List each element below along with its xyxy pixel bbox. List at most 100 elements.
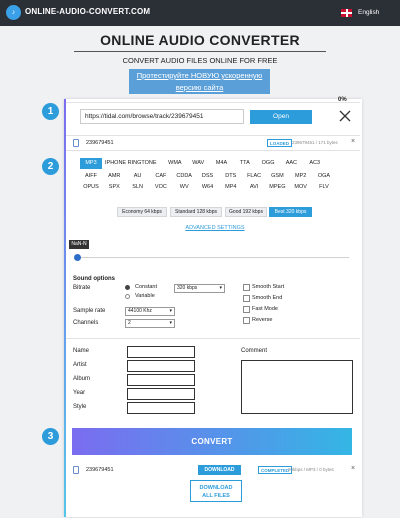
style-label: Style [73, 404, 87, 410]
constant-radio[interactable] [125, 285, 130, 290]
album-label: Album [73, 376, 91, 382]
format-aac-button[interactable]: AAC [280, 158, 302, 169]
format-w64-button[interactable]: W64 [197, 182, 219, 193]
step-3-badge: 3 [42, 428, 59, 445]
divider [66, 338, 360, 339]
smooth-end-checkbox[interactable] [243, 295, 250, 302]
remove-file-icon[interactable]: × [351, 138, 355, 145]
download-all-button[interactable]: DOWNLOAD ALL FILES [190, 480, 242, 502]
constant-label: Constant [135, 284, 158, 290]
sample-rate-label: Sample rate [73, 308, 106, 314]
slider-tooltip: NaN-N [69, 240, 89, 249]
name-field[interactable] [127, 346, 195, 358]
sample-rate-select[interactable]: 44100 Khz ▾ [125, 307, 175, 316]
format-ogg-button[interactable]: OGG [257, 158, 279, 169]
year-field[interactable] [127, 388, 195, 400]
format-avi-button[interactable]: AVI [243, 182, 265, 193]
year-label: Year [73, 390, 86, 396]
format-gsm-button[interactable]: GSM [266, 171, 288, 182]
format-caf-button[interactable]: CAF [150, 171, 172, 182]
format-mp2-button[interactable]: MP2 [290, 171, 312, 182]
format-wv-button[interactable]: WV [173, 182, 195, 193]
remove-result-icon[interactable]: × [351, 465, 355, 472]
site-logo-icon[interactable]: ♪ [6, 5, 21, 20]
format-mpeg-button[interactable]: MPEG [266, 182, 288, 193]
album-field[interactable] [127, 374, 195, 386]
format-sln-button[interactable]: SLN [127, 182, 149, 193]
source-file-name: 239679451 [86, 140, 114, 146]
upload-progress-text: 0% [338, 97, 347, 103]
uk-flag-icon[interactable] [341, 9, 352, 17]
smooth-end-label: Smooth End [252, 295, 283, 301]
format-voc-button[interactable]: VOC [150, 182, 172, 193]
bitrate-select-value: 320 kbps [177, 285, 198, 291]
quality-good-button[interactable]: Good 192 kbps [225, 207, 267, 217]
loaded-badge: LOADED [267, 139, 292, 147]
format-m4a-button[interactable]: M4A [210, 158, 232, 169]
sound-options-heading: Sound options [73, 276, 115, 282]
format-tta-button[interactable]: TTA [234, 158, 256, 169]
comment-label: Comment [241, 348, 268, 354]
bitrate-slider-handle[interactable] [74, 254, 81, 261]
promo-line-1[interactable]: Протестируйте НОВУЮ ускоренную [129, 70, 270, 82]
format-opus-button[interactable]: OPUS [80, 182, 102, 193]
format-amr-button[interactable]: AMR [103, 171, 125, 182]
file-icon [73, 466, 79, 474]
reverse-checkbox[interactable] [243, 317, 250, 324]
promo-line-2[interactable]: версию сайта [129, 82, 270, 94]
format-aiff-button[interactable]: AIFF [80, 171, 102, 182]
url-input[interactable] [80, 109, 244, 124]
format-spx-button[interactable]: SPX [103, 182, 125, 193]
name-label: Name [73, 348, 90, 354]
format-flac-button[interactable]: FLAC [243, 171, 265, 182]
language-selector[interactable]: English [358, 9, 379, 16]
format-dts-button[interactable]: DTS [220, 171, 242, 182]
format-wma-button[interactable]: WMA [164, 158, 186, 169]
format-mp4-button[interactable]: MP4 [220, 182, 242, 193]
format-mov-button[interactable]: MOV [290, 182, 312, 193]
fast-mode-checkbox[interactable] [243, 306, 250, 313]
smooth-start-checkbox[interactable] [243, 284, 250, 291]
promo-link[interactable]: Протестируйте НОВУЮ ускоренную версию са… [129, 69, 270, 94]
divider [66, 135, 360, 136]
step-2-badge: 2 [42, 158, 59, 175]
channels-select[interactable]: 2 ▾ [125, 319, 175, 328]
bitrate-select[interactable]: 320 kbps ▾ [174, 284, 225, 293]
format-ac3-button[interactable]: AC3 [304, 158, 326, 169]
page-subtitle: CONVERT AUDIO FILES ONLINE FOR FREE [122, 56, 278, 65]
format-au-button[interactable]: AU [127, 171, 149, 182]
quality-best-button[interactable]: Best 320 kbps [269, 207, 312, 217]
page-title: ONLINE AUDIO CONVERTER [100, 32, 300, 48]
top-bar: ♪ ONLINE-AUDIO-CONVERT.COM English [0, 0, 400, 26]
download-all-line-2: ALL FILES [202, 493, 230, 499]
channels-label: Channels [73, 320, 99, 326]
result-file-meta: 20kbps / MP3 / 0 bytes [288, 467, 334, 472]
smooth-start-label: Smooth Start [252, 284, 285, 290]
sample-rate-select-value: 44100 Khz [128, 308, 152, 314]
variable-radio[interactable] [125, 294, 130, 299]
open-url-button[interactable]: Open [250, 110, 312, 124]
format-wav-button[interactable]: WAV [187, 158, 209, 169]
site-name-link[interactable]: ONLINE-AUDIO-CONVERT.COM [25, 7, 150, 16]
channels-select-value: 2 [128, 320, 131, 326]
bitrate-slider-track[interactable] [77, 257, 349, 258]
chevron-down-icon: ▾ [169, 320, 172, 326]
close-icon[interactable] [338, 109, 352, 123]
format-dss-button[interactable]: DSS [197, 171, 219, 182]
artist-field[interactable] [127, 360, 195, 372]
format-iphone-ringtone-button[interactable]: IPHONE RINGTONE [103, 158, 158, 169]
download-all-line-1: DOWNLOAD [199, 485, 233, 491]
style-field[interactable] [127, 402, 195, 414]
quality-standard-button[interactable]: Standard 128 kbps [170, 207, 222, 217]
download-button[interactable]: DOWNLOAD [198, 465, 241, 475]
convert-button[interactable]: CONVERT [72, 428, 352, 455]
comment-field[interactable] [241, 360, 353, 414]
artist-label: Artist [73, 362, 87, 368]
format-flv-button[interactable]: FLV [313, 182, 335, 193]
format-cdda-button[interactable]: CDDA [173, 171, 195, 182]
format-mp3-button[interactable]: MP3 [80, 158, 102, 169]
quality-economy-button[interactable]: Economy 64 kbps [117, 207, 167, 217]
fast-mode-label: Fast Mode [252, 306, 278, 312]
advanced-settings-link[interactable]: ADVANCED SETTINGS [170, 225, 260, 231]
format-oga-button[interactable]: OGA [313, 171, 335, 182]
